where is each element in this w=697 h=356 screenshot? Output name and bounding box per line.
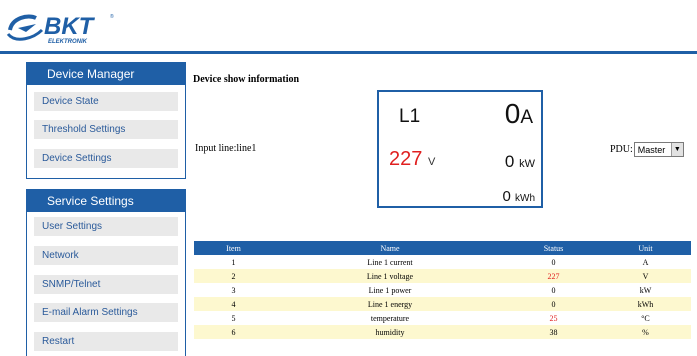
- cell-name: Line 1 power: [273, 283, 507, 297]
- pdu-select[interactable]: Master ▼: [633, 142, 684, 157]
- cell-status: 38: [507, 325, 600, 339]
- device-manager-title: Device Manager: [27, 63, 185, 85]
- cell-name: humidity: [273, 325, 507, 339]
- cell-unit: kW: [600, 283, 691, 297]
- display-voltage: 227 V: [389, 148, 436, 170]
- device-manager-panel: Device Manager Device State Threshold Se…: [26, 62, 186, 179]
- status-table: Item Name Status Unit 1 Line 1 current 0…: [194, 241, 691, 339]
- table-row: 4 Line 1 energy 0 kWh: [194, 297, 691, 311]
- dropdown-arrow-icon[interactable]: ▼: [670, 143, 683, 156]
- cell-unit: °C: [600, 311, 691, 325]
- cell-name: Line 1 energy: [273, 297, 507, 311]
- table-header-row: Item Name Status Unit: [194, 241, 691, 255]
- logo-subtext: ELEKTRONIK: [48, 39, 88, 45]
- pdu-label: PDU:: [610, 144, 633, 155]
- cell-item: 3: [194, 283, 273, 297]
- table-row: 2 Line 1 voltage 227 V: [194, 269, 691, 283]
- menu-email-alarm-settings[interactable]: E-mail Alarm Settings: [34, 303, 178, 322]
- menu-threshold-settings[interactable]: Threshold Settings: [34, 120, 178, 139]
- display-current: 0A: [504, 98, 533, 129]
- cell-name: temperature: [273, 311, 507, 325]
- cell-name: Line 1 voltage: [273, 269, 507, 283]
- pdu-selected-value: Master: [637, 144, 666, 155]
- header-name: Name: [273, 241, 507, 255]
- service-settings-title: Service Settings: [27, 190, 185, 212]
- cell-status: 0: [507, 255, 600, 269]
- input-line-label: Input line:line1: [195, 143, 257, 154]
- pdu-selector: PDU: Master ▼: [610, 142, 684, 157]
- display-energy: 0 kWh: [502, 188, 535, 205]
- display-line-label: L1: [399, 106, 421, 127]
- header-item: Item: [194, 241, 273, 255]
- cell-item: 6: [194, 325, 273, 339]
- cell-item: 2: [194, 269, 273, 283]
- header-divider: [0, 51, 697, 54]
- cell-unit: V: [600, 269, 691, 283]
- menu-snmp-telnet[interactable]: SNMP/Telnet: [34, 275, 178, 294]
- menu-user-settings[interactable]: User Settings: [34, 217, 178, 236]
- cell-status: 0: [507, 283, 600, 297]
- menu-restart[interactable]: Restart: [34, 332, 178, 351]
- header-status: Status: [507, 241, 600, 255]
- cell-name: Line 1 current: [273, 255, 507, 269]
- cell-unit: kWh: [600, 297, 691, 311]
- cell-item: 4: [194, 297, 273, 311]
- cell-status: 0: [507, 297, 600, 311]
- table-row: 6 humidity 38 %: [194, 325, 691, 339]
- svg-text:®: ®: [110, 13, 114, 20]
- cell-unit: A: [600, 255, 691, 269]
- table-row: 3 Line 1 power 0 kW: [194, 283, 691, 297]
- page-title: Device show information: [193, 74, 300, 85]
- menu-device-state[interactable]: Device State: [34, 92, 178, 111]
- bkt-logo: BKT ELEKTRONIK ®: [6, 13, 114, 45]
- display-power: 0 kW: [504, 152, 535, 171]
- cell-item: 5: [194, 311, 273, 325]
- cell-status: 25: [507, 311, 600, 325]
- service-settings-panel: Service Settings User Settings Network S…: [26, 189, 186, 356]
- menu-device-settings[interactable]: Device Settings: [34, 149, 178, 168]
- header-unit: Unit: [600, 241, 691, 255]
- menu-network[interactable]: Network: [34, 246, 178, 265]
- table-row: 1 Line 1 current 0 A: [194, 255, 691, 269]
- cell-unit: %: [600, 325, 691, 339]
- logo-text: BKT: [44, 13, 96, 40]
- meter-display: L1 0A 227 V 0 kW 0 kWh: [377, 90, 543, 208]
- cell-status: 227: [507, 269, 600, 283]
- cell-item: 1: [194, 255, 273, 269]
- table-row: 5 temperature 25 °C: [194, 311, 691, 325]
